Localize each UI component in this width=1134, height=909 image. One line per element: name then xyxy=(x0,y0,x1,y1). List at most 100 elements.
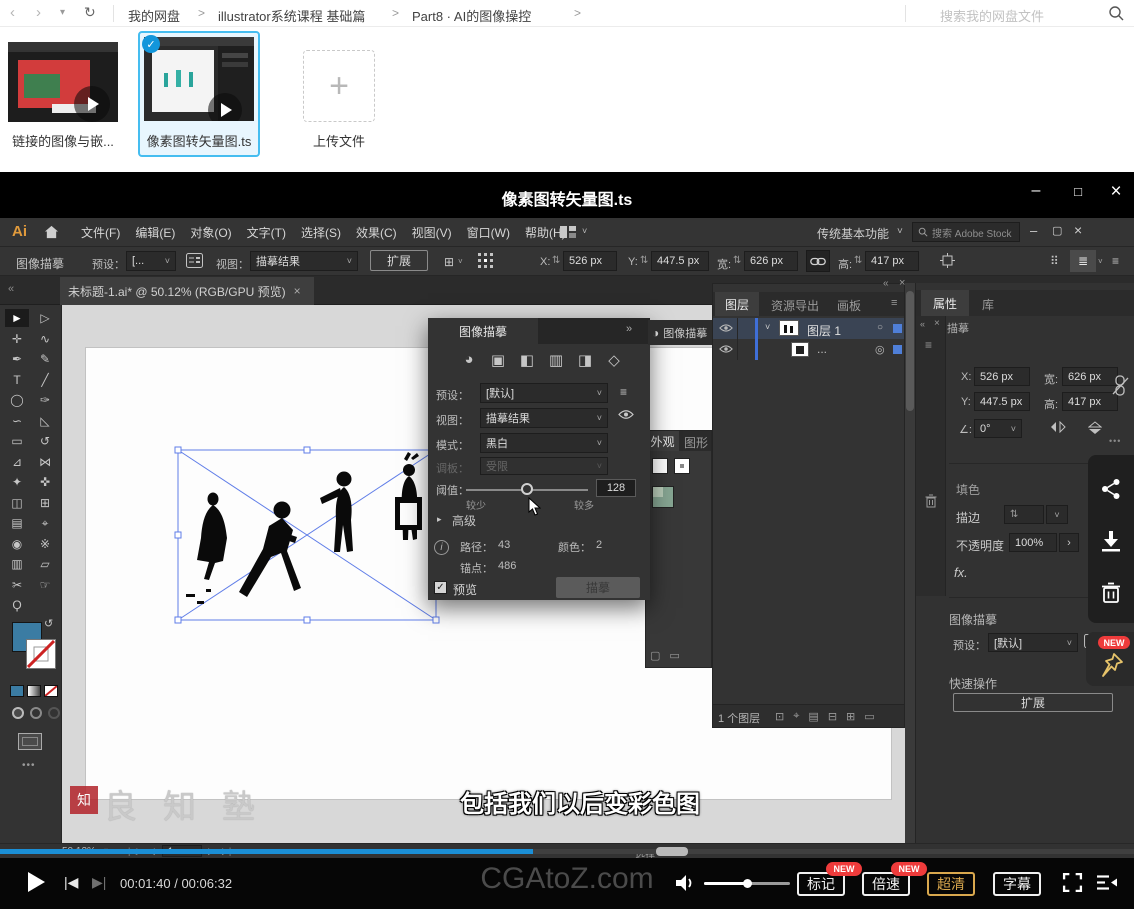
selection-tool[interactable]: ► xyxy=(5,309,29,327)
subtitle-button[interactable]: 字幕 xyxy=(993,872,1041,896)
lasso-tool[interactable]: ∿ xyxy=(33,330,57,348)
delete-style-icon[interactable]: ▭ xyxy=(669,649,679,662)
blend-tool[interactable]: ◉ xyxy=(5,535,29,553)
shaper-tool[interactable]: ∽ xyxy=(5,412,29,430)
gradient-mode-button[interactable] xyxy=(27,685,41,697)
rotate-tool[interactable]: ↺ xyxy=(33,432,57,450)
stepper-icon[interactable]: ⇅ xyxy=(640,255,648,266)
new-layer-icon[interactable]: ⊞ xyxy=(846,710,855,723)
tab-close-icon[interactable]: × xyxy=(294,284,301,298)
trace-preset-dropdown[interactable]: [默认]˅ xyxy=(480,383,608,403)
make-mask-icon[interactable]: ▤ xyxy=(808,710,818,723)
color-mode-button[interactable] xyxy=(10,685,24,697)
window-maximize-button[interactable]: □ xyxy=(1068,184,1088,199)
vertical-scrollbar[interactable] xyxy=(905,283,915,843)
trace-panel-tab[interactable]: 图像描摹 xyxy=(428,318,538,344)
style-swatch[interactable] xyxy=(652,458,668,474)
pin-tool-panel[interactable]: NEW xyxy=(1086,632,1134,686)
volume-slider[interactable] xyxy=(704,882,790,885)
upload-button[interactable]: + xyxy=(303,50,375,122)
grayscale-icon[interactable]: ▥ xyxy=(547,351,565,369)
slice-tool[interactable]: ✂ xyxy=(5,576,29,594)
delete-layer-icon[interactable]: ▭ xyxy=(864,710,874,723)
menu-view[interactable]: 视图(V) xyxy=(409,224,455,241)
scrollbar-thumb[interactable] xyxy=(906,291,914,411)
menu-edit[interactable]: 编辑(E) xyxy=(132,224,178,241)
layer-expand-icon[interactable]: ˅ xyxy=(765,322,770,332)
ellipse-tool[interactable]: ◯ xyxy=(5,391,29,409)
curvature-tool[interactable]: ✎ xyxy=(33,350,57,368)
reference-point-icon[interactable] xyxy=(478,253,493,268)
align-icon[interactable]: ⊞ xyxy=(444,255,454,269)
x-value-field[interactable]: 526 px xyxy=(563,251,617,271)
quality-button[interactable]: 超清 xyxy=(927,872,975,896)
illustrator-logo[interactable]: Ai xyxy=(12,223,27,240)
threshold-value-field[interactable]: 128 xyxy=(596,479,636,497)
style-thumbnail[interactable] xyxy=(652,486,674,508)
strip-collapse-icon[interactable]: « xyxy=(920,319,925,329)
opacity-more-button[interactable]: › xyxy=(1059,533,1079,552)
stepper-icon[interactable]: ⇅ xyxy=(552,255,560,266)
layer-row-2[interactable]: ... ◎ xyxy=(713,339,904,360)
stroke-label[interactable]: 描边 xyxy=(956,509,980,526)
seek-progress[interactable] xyxy=(0,849,533,854)
eye-icon[interactable] xyxy=(618,409,634,420)
previous-button[interactable]: |◀ xyxy=(64,874,78,891)
stepper-icon[interactable]: ⇅ xyxy=(733,255,741,266)
play-button[interactable] xyxy=(28,872,45,892)
volume-handle[interactable] xyxy=(743,879,752,888)
nav-forward-icon[interactable]: › xyxy=(36,4,41,21)
y-value-field[interactable]: 447.5 px xyxy=(651,251,709,271)
none-mode-button[interactable] xyxy=(44,685,58,697)
transform-icon[interactable] xyxy=(940,253,955,268)
trace-panel-toggle-icon[interactable] xyxy=(186,253,203,268)
line-tool[interactable]: ╱ xyxy=(33,371,57,389)
high-color-icon[interactable]: ▣ xyxy=(489,351,507,369)
angle-dropdown[interactable]: 0°˅ xyxy=(974,419,1022,438)
link-dimensions-icon[interactable] xyxy=(806,250,830,272)
scale-tool[interactable]: ⊿ xyxy=(5,453,29,471)
new-sublayer-icon[interactable]: ⊟ xyxy=(828,710,837,723)
stock-search-input[interactable]: 搜索 Adobe Stock xyxy=(912,222,1020,242)
mesh-tool[interactable]: ⊞ xyxy=(33,494,57,512)
trace-panel-header[interactable]: 图像描摹 » xyxy=(428,318,650,344)
collapsed-trace-panel[interactable]: ◑ 图像描摹 xyxy=(648,320,712,345)
artboard-tool[interactable]: ▱ xyxy=(33,555,57,573)
layer-thumbnail[interactable] xyxy=(779,320,799,336)
layer-selection-indicator[interactable] xyxy=(893,324,902,333)
tab-asset-export[interactable]: 资源导出 xyxy=(771,297,819,314)
width-tool[interactable]: ⋈ xyxy=(33,453,57,471)
tab-properties[interactable]: 属性 xyxy=(921,290,969,316)
share-icon[interactable] xyxy=(1100,478,1122,500)
trace-view-dropdown[interactable]: 描摹结果˅ xyxy=(480,408,608,428)
menu-effect[interactable]: 效果(C) xyxy=(353,224,400,241)
menu-select[interactable]: 选择(S) xyxy=(298,224,344,241)
style-swatch[interactable] xyxy=(674,458,690,474)
symbol-sprayer-tool[interactable]: ※ xyxy=(33,535,57,553)
flip-vertical-icon[interactable] xyxy=(1088,421,1102,435)
volume-icon[interactable] xyxy=(676,875,695,891)
tab-layers[interactable]: 图层 xyxy=(715,292,759,316)
playlist-icon[interactable] xyxy=(1096,874,1118,891)
graph-tool[interactable]: ▥ xyxy=(5,555,29,573)
rectangle-tool[interactable]: ▭ xyxy=(5,432,29,450)
tab-appearance[interactable]: 外观 xyxy=(646,431,679,451)
expand-button[interactable]: 扩展 xyxy=(370,250,428,271)
gradient-tool[interactable]: ▤ xyxy=(5,514,29,532)
collapse-docs-icon[interactable]: « xyxy=(8,283,14,295)
prop-x-field[interactable]: 526 px xyxy=(974,367,1030,386)
auto-color-icon[interactable]: ◕ xyxy=(460,351,478,369)
ai-restore-icon[interactable]: ▢ xyxy=(1052,224,1062,237)
search-input[interactable]: 搜索我的网盘文件 xyxy=(940,6,1044,25)
fullscreen-icon[interactable] xyxy=(1062,872,1083,893)
threshold-slider-handle[interactable] xyxy=(521,483,533,495)
more-tools-icon[interactable]: ••• xyxy=(22,760,36,771)
strip-menu-icon[interactable]: ≡ xyxy=(925,338,932,352)
file-name[interactable]: 链接的图像与嵌... xyxy=(0,131,126,150)
document-tab[interactable]: 未标题-1.ai* @ 50.12% (RGB/GPU 预览) × xyxy=(60,277,314,305)
layer-name[interactable]: ... xyxy=(817,342,827,356)
locate-object-icon[interactable]: ⌖ xyxy=(793,710,799,723)
eye-icon[interactable] xyxy=(719,344,733,354)
fill-label[interactable]: 填色 xyxy=(956,481,980,498)
eyedropper-tool[interactable]: ⌖ xyxy=(33,514,57,532)
